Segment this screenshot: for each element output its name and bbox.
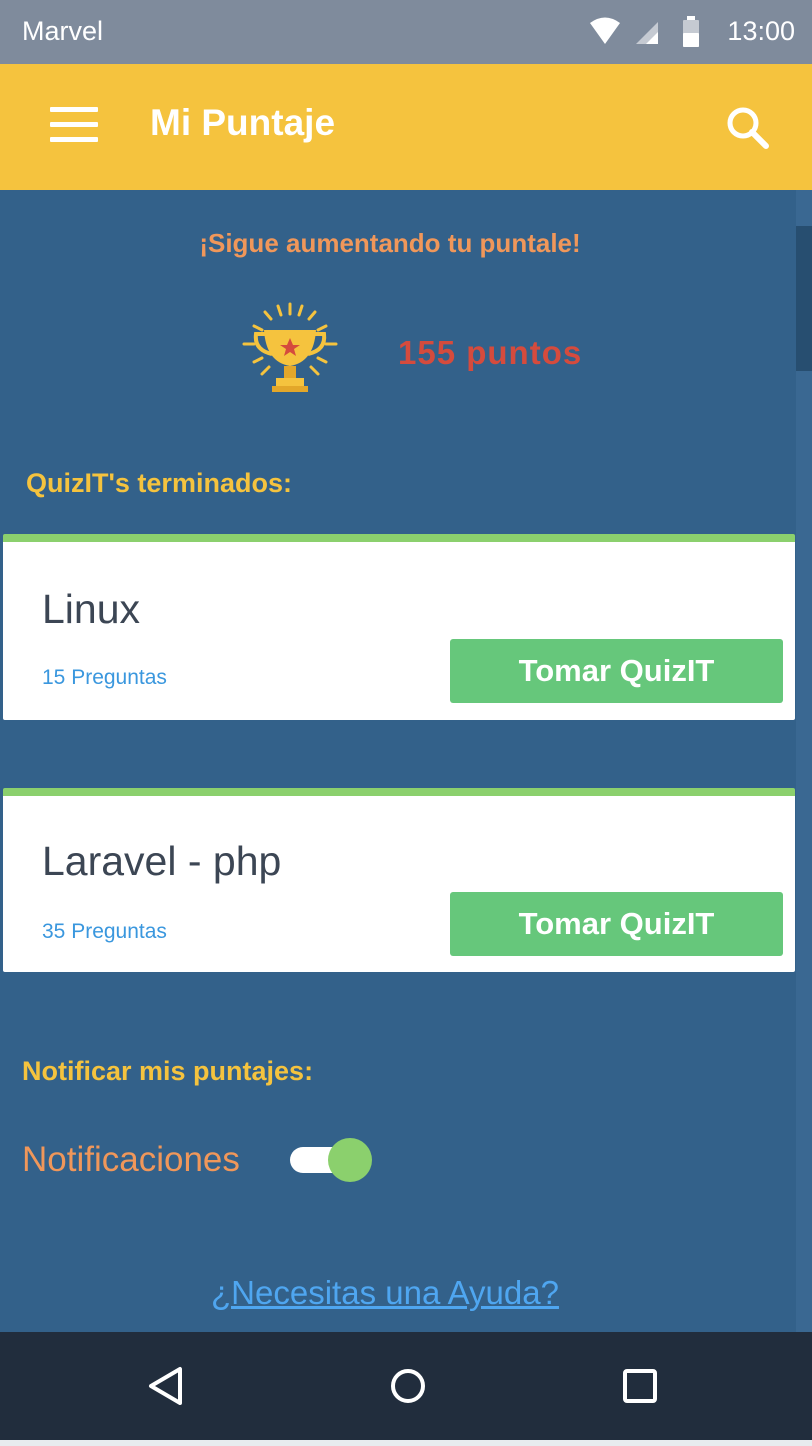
home-circle-icon[interactable] [386,1364,430,1413]
notifications-section-title: Notificar mis puntajes: [22,1056,314,1086]
points-value: 155 puntos [398,334,583,371]
finished-section-title: QuizIT's terminados: [26,468,292,498]
quiz-card-linux: Linux 15 Preguntas Tomar QuizIT [3,534,795,720]
carrier-name: Marvel [22,16,104,46]
quiz-name: Linux [42,586,141,632]
quiz-question-count: 35 Preguntas [42,920,167,943]
battery-icon [680,14,702,57]
scrollbar-thumb[interactable] [796,226,812,371]
clock-time: 13:00 [727,16,795,46]
page-title: Mi Puntaje [150,102,336,143]
signal-icon [634,14,660,55]
bottom-edge [0,1440,812,1446]
help-link[interactable]: ¿Necesitas una Ayuda? [0,1274,770,1312]
status-bar: Marvel 13:00 [0,0,812,64]
notifications-label: Notificaciones [22,1140,240,1179]
quiz-name: Laravel - php [42,838,282,884]
quiz-card-laravel: Laravel - php 35 Preguntas Tomar QuizIT [3,788,795,972]
take-quiz-button[interactable]: Tomar QuizIT [450,892,783,956]
search-icon[interactable] [724,104,772,157]
toggle-knob [328,1138,372,1182]
hamburger-menu-icon[interactable] [50,107,98,147]
score-headline: ¡Sigue aumentando tu puntale! [199,228,581,258]
wifi-icon [588,14,622,55]
recents-square-icon[interactable] [618,1364,662,1413]
app-bar: Mi Puntaje [0,64,812,190]
take-quiz-button[interactable]: Tomar QuizIT [450,639,783,703]
trophy-icon [238,300,342,409]
back-triangle-icon[interactable] [144,1364,188,1413]
quiz-question-count: 15 Preguntas [42,666,167,689]
system-nav-bar [0,1332,812,1440]
main-content: ¡Sigue aumentando tu puntale! 155 puntos… [0,190,812,1332]
notifications-toggle[interactable] [288,1138,374,1182]
